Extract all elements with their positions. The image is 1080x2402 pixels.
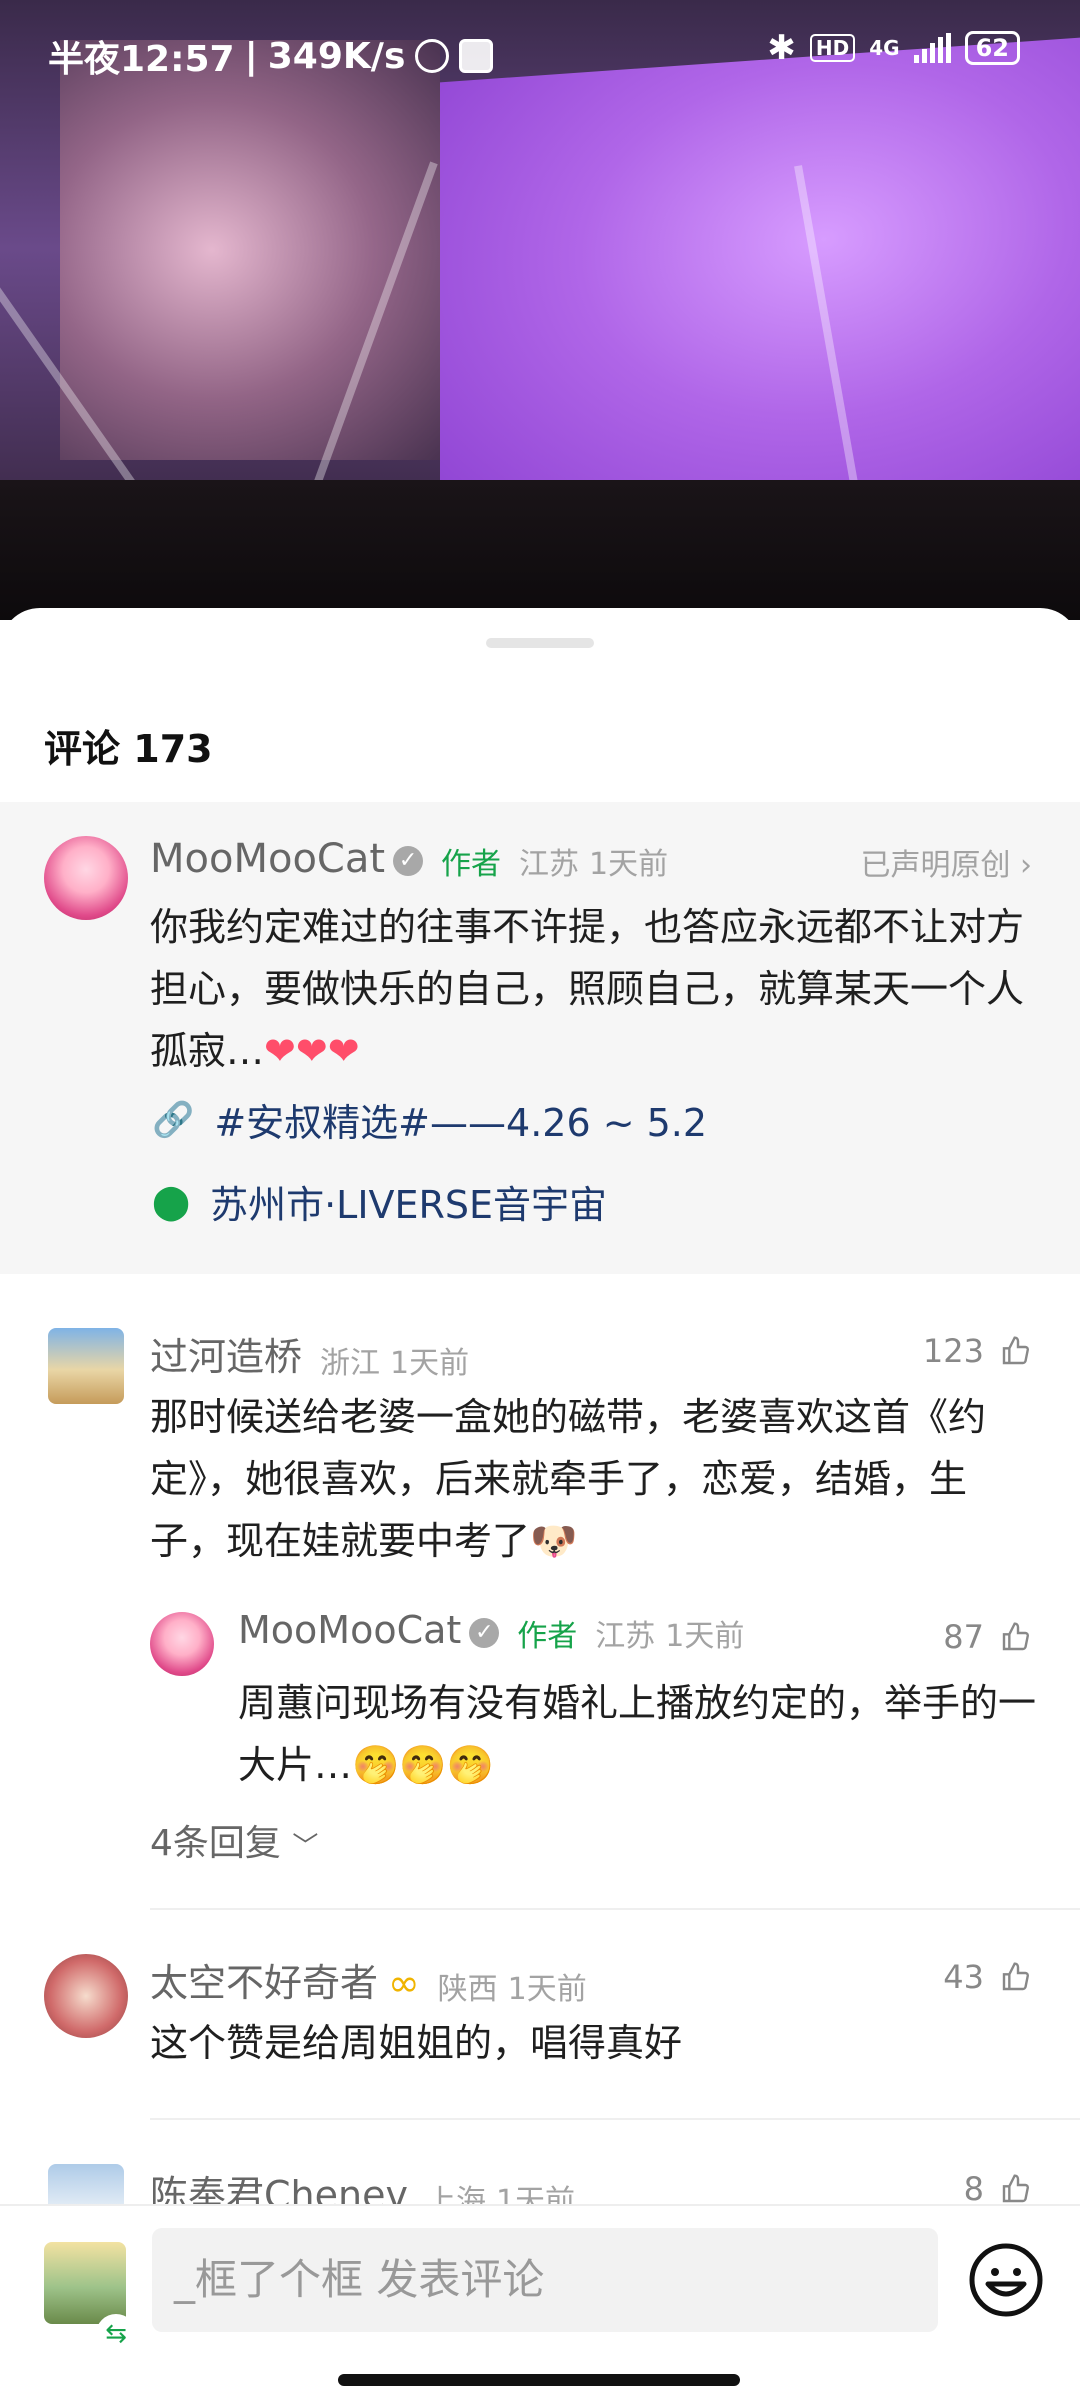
chevron-down-icon: ﹀ [292,1832,319,1862]
location-link-text: 苏州市·LIVERSE音宇宙 [210,1183,608,1227]
thumbs-up-icon [1000,1621,1032,1653]
comment-location: 陕西 [437,1971,498,2007]
comment-header: 太空不好奇者 ∞ 陕西 1天前 [150,1952,587,2008]
replies-label: 4条回复 [150,1823,281,1864]
comment-text: 这个赞是给周姐姐的，唱得真好 [150,2021,683,2065]
comment-like-button[interactable]: 8 [964,2170,1032,2208]
thumbs-up-icon [1000,1961,1032,1993]
comments-sheet: 评论 173 MooMooCat ✓ 作者 江苏 1天前 已声明原创 › 你我约定难过的… [0,608,1080,2400]
comments-header: 评论 173 [44,718,213,773]
emoji-button[interactable] [968,2242,1044,2318]
comment-input[interactable]: _框了个框 发表评论 [152,2228,938,2332]
doge-emoji: 🐶 [530,1519,578,1563]
battery-indicator: 62 [964,31,1020,65]
location-pin-icon: ⬤ [152,1181,191,1222]
thinking-emojis: 🤭🤭🤭 [352,1743,494,1787]
reply-text: 周蕙问现场有没有婚礼上播放约定的，举手的一大片…🤭🤭🤭 [238,1672,1038,1796]
net-speed: 349K/s [267,35,406,77]
sheet-drag-handle[interactable] [486,638,594,648]
my-avatar[interactable] [44,2242,126,2324]
reply-avatar[interactable] [150,1612,214,1676]
comment-like-button[interactable]: 123 [923,1332,1032,1370]
post-location: 江苏 [519,847,580,882]
comment-divider [150,2118,1080,2120]
stage-left-screen [60,40,440,460]
audience-crowd [0,480,1080,620]
reply-header: MooMooCat ✓ 作者 江苏 1天前 [238,1608,744,1655]
stage-main-screen [440,37,1080,543]
chevron-right-icon: › [1020,848,1032,883]
comment-header: 过河造桥 浙江 1天前 [150,1326,469,1382]
verified-icon: ✓ [393,846,424,876]
signal-icon [913,33,951,63]
reply-time: 1天前 [665,1618,745,1654]
author-post: MooMooCat ✓ 作者 江苏 1天前 已声明原创 › 你我约定难过的往事不许提，也… [0,802,1080,1274]
comment-time: 1天前 [507,1971,587,2007]
thumbs-up-icon [1000,2173,1032,2205]
commenter-avatar[interactable] [48,1328,124,1404]
expand-replies-button[interactable]: 4条回复 ﹀ [150,1814,318,1866]
author-post-text: 你我约定难过的往事不许提，也答应永远都不让对方担心，要做快乐的自己，照顾自己，就… [150,896,1038,1082]
author-tag: 作者 [517,1618,578,1654]
network-type: 4G [869,36,900,60]
topic-link-text: #安叔精选#——4.26 ~ 5.2 [214,1101,708,1145]
reply-like-button[interactable]: 87 [943,1618,1032,1656]
status-time: 半夜12:57 [48,39,235,80]
bluetooth-icon: ✱ [767,28,796,68]
swap-identity-icon[interactable]: ⇆ [96,2314,136,2354]
original-label: 已声明原创 [860,848,1011,883]
author-username[interactable]: MooMooCat [150,836,385,882]
hd-icon: HD [809,34,856,62]
badge-icon: ∞ [388,1961,420,2005]
author-avatar[interactable] [44,836,128,920]
comments-title: 评论 [44,727,121,771]
post-time: 1天前 [589,847,669,882]
status-bar: 半夜12:57 | 349K/s ✱ HD 4G 62 [0,0,1080,100]
comment-text: 那时候送给老婆一盒她的磁带，老婆喜欢这首《约定》，她很喜欢，后来就牵手了，恋爱，… [150,1386,1038,1572]
commenter-username[interactable]: 过河造桥 [150,1335,302,1379]
reply-username[interactable]: MooMooCat [238,1608,461,1652]
author-header: MooMooCat ✓ 作者 江苏 1天前 [150,836,668,883]
comment-like-button[interactable]: 43 [943,1958,1032,1996]
original-declared-link[interactable]: 已声明原创 › [860,840,1032,884]
like-count: 8 [963,2170,984,2208]
alarm-icon [415,39,450,73]
commenter-username[interactable]: 太空不好奇者 [150,1961,378,2005]
topic-link[interactable]: 🔗 #安叔精选#——4.26 ~ 5.2 [152,1092,707,1147]
home-indicator[interactable] [338,2374,740,2386]
comment-time: 1天前 [390,1345,470,1381]
comments-count: 173 [133,727,213,771]
verified-icon: ✓ [469,1617,500,1648]
status-separator: | [244,35,258,77]
like-count: 87 [943,1618,984,1656]
author-tag: 作者 [441,847,502,882]
app-notification-icon [459,39,494,73]
reply-location: 江苏 [595,1618,656,1654]
thumbs-up-icon [1000,1335,1032,1367]
location-link[interactable]: ⬤ 苏州市·LIVERSE音宇宙 [152,1174,607,1229]
commenter-avatar[interactable] [44,1954,128,2038]
link-icon: 🔗 [152,1099,195,1140]
comment-divider [150,1908,1080,1910]
smiley-icon [969,2243,1043,2317]
heart-emojis: ❤❤❤ [264,1029,360,1073]
comment-placeholder: _框了个框 发表评论 [174,2255,545,2304]
comment-location: 浙江 [320,1345,381,1381]
comment-input-bar: ⇆ _框了个框 发表评论 [0,2204,1080,2402]
like-count: 123 [922,1332,984,1370]
like-count: 43 [943,1958,984,1996]
